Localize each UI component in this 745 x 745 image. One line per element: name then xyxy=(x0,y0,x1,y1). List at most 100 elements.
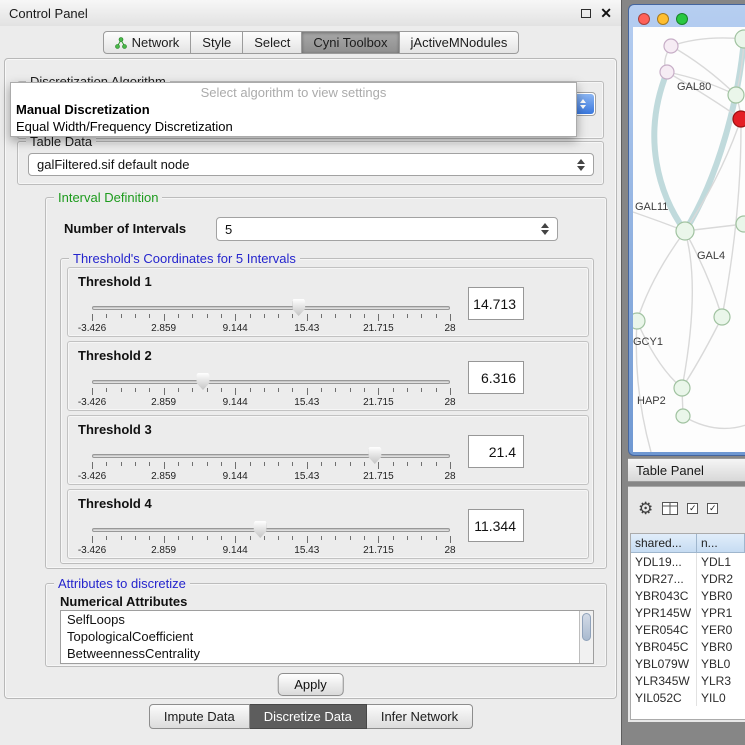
algorithm-option-equal-width-frequency[interactable]: Equal Width/Frequency Discretization xyxy=(11,118,576,135)
threshold-4-slider[interactable]: -3.4262.8599.14415.4321.71528 xyxy=(86,518,456,558)
table-cell[interactable]: YIL0 xyxy=(697,689,745,706)
tick-mark xyxy=(178,462,179,466)
tab-select[interactable]: Select xyxy=(243,31,302,54)
network-canvas[interactable]: GAL80 GAL11 GAL4 GCY1 HAP2 xyxy=(633,27,745,452)
column-header-name[interactable]: n... xyxy=(697,534,745,553)
table-cell[interactable]: YLR345W xyxy=(631,672,697,689)
number-of-intervals-combobox[interactable]: 5 xyxy=(216,217,558,241)
list-item[interactable]: BetweennessCentrality xyxy=(61,645,593,662)
tick-mark xyxy=(164,388,165,395)
list-scrollbar[interactable] xyxy=(579,611,593,663)
table-cell[interactable]: YBL0 xyxy=(697,655,745,672)
float-window-icon[interactable] xyxy=(581,9,591,18)
tick-label: 2.859 xyxy=(151,471,176,482)
table-row[interactable]: YDR27... YDR2 xyxy=(631,570,745,587)
scrollbar-thumb[interactable] xyxy=(582,613,591,641)
list-item[interactable]: TopologicalCoefficient xyxy=(61,628,593,645)
threshold-4-panel: Threshold 4 -3.4262.8599.14415.4321.7152… xyxy=(67,489,589,559)
table-row[interactable]: YDL19... YDL1 xyxy=(631,553,745,570)
table-cell[interactable]: YDR27... xyxy=(631,570,697,587)
table-data-group: Table Data galFiltered.sif default node xyxy=(17,141,604,185)
tab-label: Cyni Toolbox xyxy=(313,35,387,50)
network-node[interactable] xyxy=(633,313,645,329)
tick-mark xyxy=(335,462,336,466)
tick-mark xyxy=(235,462,236,469)
gear-icon[interactable]: ⚙ xyxy=(638,500,653,517)
tick-mark xyxy=(121,388,122,392)
tick-mark xyxy=(235,388,236,395)
table-data-combobox[interactable]: galFiltered.sif default node xyxy=(28,153,594,176)
tick-label: 21.715 xyxy=(363,397,394,408)
tick-mark xyxy=(421,536,422,540)
table-cell[interactable]: YDL19... xyxy=(631,553,697,570)
tick-mark xyxy=(121,462,122,466)
tab-impute-data[interactable]: Impute Data xyxy=(149,704,250,729)
tab-discretize-data[interactable]: Discretize Data xyxy=(250,704,367,729)
tick-mark xyxy=(378,462,379,469)
table-cell[interactable]: YBL079W xyxy=(631,655,697,672)
table-row[interactable]: YIL052C YIL0 xyxy=(631,689,745,706)
table-cell[interactable]: YBR045C xyxy=(631,638,697,655)
network-node[interactable] xyxy=(664,39,678,53)
checkbox-icon[interactable]: ✓ xyxy=(707,503,718,514)
network-node[interactable] xyxy=(735,30,745,48)
threshold-1-value-field[interactable] xyxy=(468,287,524,320)
tab-jactivemnodules[interactable]: jActiveMNodules xyxy=(400,31,520,54)
threshold-2-value-field[interactable] xyxy=(468,361,524,394)
table-row[interactable]: YER054C YER0 xyxy=(631,621,745,638)
tab-infer-network[interactable]: Infer Network xyxy=(367,704,473,729)
algorithm-option-manual-discretization[interactable]: Manual Discretization xyxy=(11,101,576,118)
network-node[interactable] xyxy=(674,380,690,396)
tab-network[interactable]: Network xyxy=(103,31,192,54)
table-row[interactable]: YBR045C YBR0 xyxy=(631,638,745,655)
network-node[interactable] xyxy=(736,216,745,232)
minimize-window-icon[interactable] xyxy=(657,13,669,25)
column-header-shared-name[interactable]: shared... xyxy=(631,534,697,553)
table-row[interactable]: YPR145W YPR1 xyxy=(631,604,745,621)
zoom-window-icon[interactable] xyxy=(676,13,688,25)
table-row[interactable]: YBR043C YBR0 xyxy=(631,587,745,604)
table-cell[interactable]: YER0 xyxy=(697,621,745,638)
checkbox-icon[interactable]: ✓ xyxy=(687,503,698,514)
tick-mark xyxy=(278,314,279,318)
columns-icon[interactable] xyxy=(662,502,678,515)
network-node[interactable] xyxy=(676,222,694,240)
network-node[interactable] xyxy=(714,309,730,325)
threshold-label: Threshold 4 xyxy=(78,496,152,511)
table-panel-title: Table Panel xyxy=(636,463,704,478)
network-node-selected[interactable] xyxy=(733,111,745,127)
threshold-4-value-field[interactable] xyxy=(468,509,524,542)
tab-style[interactable]: Style xyxy=(191,31,243,54)
table-cell[interactable]: YBR0 xyxy=(697,638,745,655)
slider-track[interactable] xyxy=(92,528,450,532)
table-cell[interactable]: YBR0 xyxy=(697,587,745,604)
network-node[interactable] xyxy=(676,409,690,423)
threshold-3-value-field[interactable] xyxy=(468,435,524,468)
table-cell[interactable]: YLR3 xyxy=(697,672,745,689)
threshold-1-slider[interactable]: -3.4262.8599.14415.4321.71528 xyxy=(86,296,456,336)
close-icon[interactable]: ✕ xyxy=(600,6,612,20)
network-node[interactable] xyxy=(728,87,744,103)
tab-cyni-toolbox[interactable]: Cyni Toolbox xyxy=(302,31,399,54)
slider-track[interactable] xyxy=(92,454,450,458)
table-cell[interactable]: YIL052C xyxy=(631,689,697,706)
network-node[interactable] xyxy=(660,65,674,79)
tick-mark xyxy=(264,462,265,466)
slider-track[interactable] xyxy=(92,306,450,310)
table-cell[interactable]: YDL1 xyxy=(697,553,745,570)
threshold-3-slider[interactable]: -3.4262.8599.14415.4321.71528 xyxy=(86,444,456,484)
table-row[interactable]: YBL079W YBL0 xyxy=(631,655,745,672)
slider-track[interactable] xyxy=(92,380,450,384)
table-cell[interactable]: YPR145W xyxy=(631,604,697,621)
table-cell[interactable]: YBR043C xyxy=(631,587,697,604)
table-cell[interactable]: YER054C xyxy=(631,621,697,638)
apply-button[interactable]: Apply xyxy=(277,673,344,696)
table-cell[interactable]: YPR1 xyxy=(697,604,745,621)
threshold-2-slider[interactable]: -3.4262.8599.14415.4321.71528 xyxy=(86,370,456,410)
table-cell[interactable]: YDR2 xyxy=(697,570,745,587)
close-window-icon[interactable] xyxy=(638,13,650,25)
tick-mark xyxy=(264,536,265,540)
list-item[interactable]: SelfLoops xyxy=(61,611,593,628)
table-row[interactable]: YLR345W YLR3 xyxy=(631,672,745,689)
tick-label: 28 xyxy=(444,323,455,334)
